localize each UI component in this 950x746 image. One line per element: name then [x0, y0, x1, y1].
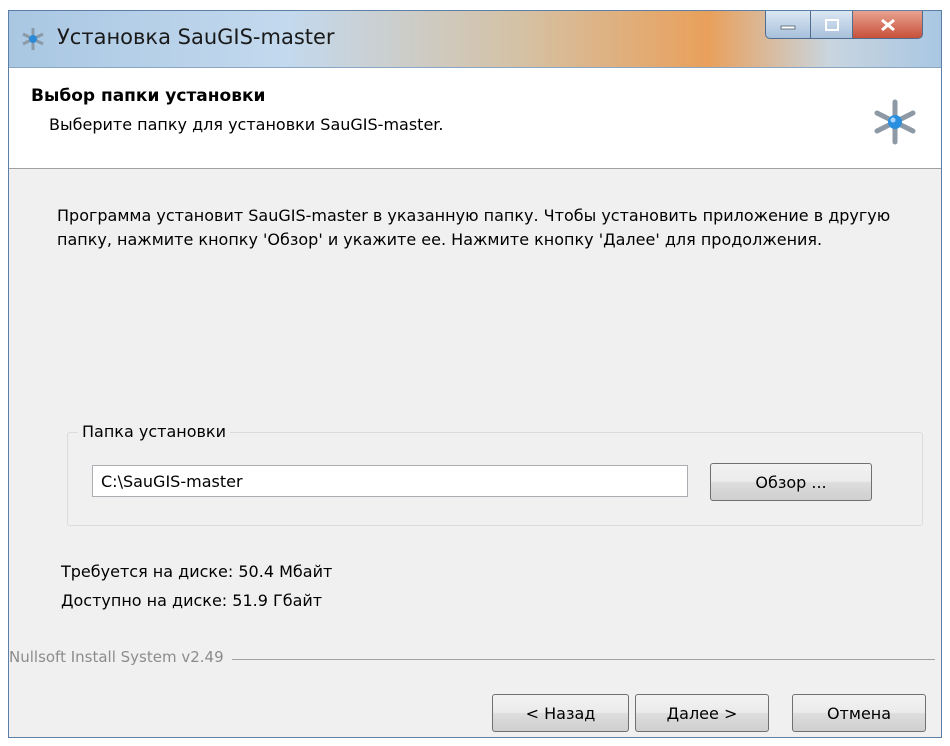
close-button[interactable]	[853, 11, 923, 39]
window-controls	[765, 11, 935, 41]
nsis-branding: Nullsoft Install System v2.49	[9, 648, 941, 668]
page-subtitle: Выберите папку для установки SauGIS-mast…	[49, 115, 444, 134]
space-available-text: Доступно на диске: 51.9 Гбайт	[61, 591, 323, 610]
nsis-brand-text: Nullsoft Install System v2.49	[9, 648, 232, 666]
description-text: Программа установит SauGIS-master в указ…	[57, 206, 891, 249]
install-path-input[interactable]	[92, 465, 688, 497]
space-required-text: Требуется на диске: 50.4 Мбайт	[61, 562, 333, 581]
minimize-icon	[780, 25, 796, 29]
cancel-button[interactable]: Отмена	[792, 694, 926, 732]
minimize-button[interactable]	[765, 11, 811, 39]
back-button[interactable]: < Назад	[492, 694, 629, 732]
next-button[interactable]: Далее >	[635, 694, 769, 732]
maximize-icon	[824, 18, 839, 31]
page-title: Выбор папки установки	[31, 86, 266, 106]
browse-button[interactable]: Обзор ...	[710, 463, 872, 501]
installer-icon	[874, 99, 916, 145]
install-folder-group: Папка установки Обзор ...	[67, 422, 923, 526]
maximize-button[interactable]	[811, 11, 853, 39]
installer-icon	[22, 28, 44, 50]
window-title: Установка SauGIS-master	[57, 25, 335, 49]
title-bar[interactable]: Установка SauGIS-master	[9, 11, 941, 68]
page-header: Выбор папки установки Выберите папку для…	[9, 68, 941, 169]
install-folder-label: Папка установки	[78, 422, 230, 441]
installer-window: Установка SauGIS-master Выбор папки уста…	[8, 10, 942, 738]
close-icon	[880, 18, 895, 31]
